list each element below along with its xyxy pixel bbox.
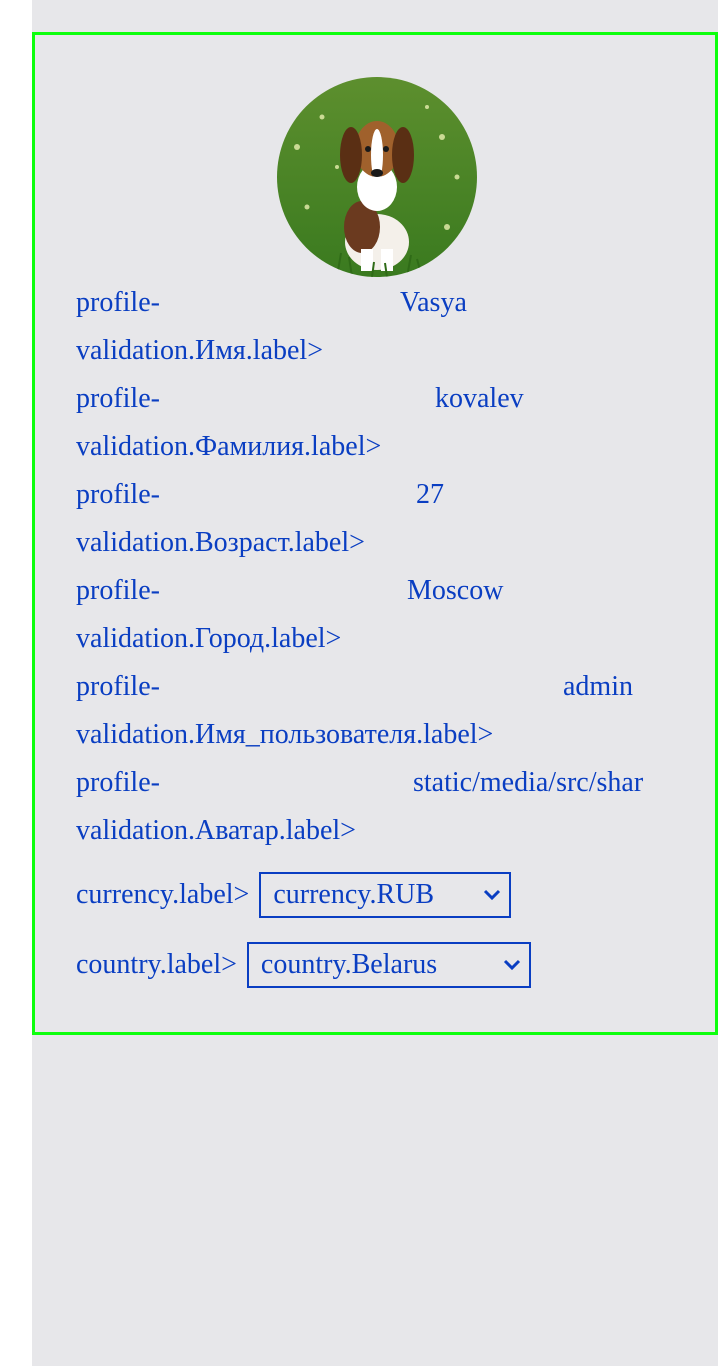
field-label-line2: validation.Имя.label>	[76, 335, 323, 366]
avatar-url-value[interactable]: static/media/src/shar	[413, 759, 675, 807]
field-last-name-label: profile- validation.Фамилия.label>	[76, 375, 381, 471]
field-first-name-label: profile- validation.Имя.label>	[76, 279, 323, 375]
country-label: country.label>	[76, 949, 237, 980]
city-value[interactable]: Moscow	[407, 567, 503, 615]
field-label-line2: validation.Аватар.label>	[76, 815, 356, 846]
username-value[interactable]: admin	[563, 663, 633, 711]
field-label-line1: profile-	[76, 671, 160, 702]
field-label-line1: profile-	[76, 575, 160, 606]
currency-row: currency.label> currency.RUB	[76, 872, 512, 918]
profile-card: profile- validation.Имя.label> Vasya pro…	[32, 32, 718, 1035]
field-label-line1: profile-	[76, 479, 160, 510]
last-name-value[interactable]: kovalev	[435, 375, 524, 423]
field-avatar-label: profile- validation.Аватар.label>	[76, 759, 356, 855]
currency-label: currency.label>	[76, 879, 250, 910]
field-label-line2: validation.Возраст.label>	[76, 527, 365, 558]
first-name-value[interactable]: Vasya	[400, 279, 467, 327]
field-label-line2: validation.Фамилия.label>	[76, 431, 382, 462]
country-row: country.label> country.Belarus	[76, 942, 531, 988]
currency-select[interactable]: currency.RUB	[259, 872, 512, 918]
currency-selected-value: currency.RUB	[273, 879, 435, 910]
field-label-line2: validation.Имя_пользователя.label>	[76, 719, 494, 750]
field-label-line1: profile-	[76, 767, 160, 798]
country-select[interactable]: country.Belarus	[246, 942, 531, 988]
chevron-down-icon	[503, 959, 520, 971]
field-label-line1: profile-	[76, 287, 160, 318]
age-value[interactable]: 27	[416, 471, 444, 519]
chevron-down-icon	[484, 889, 501, 901]
avatar	[277, 77, 477, 277]
country-selected-value: country.Belarus	[260, 949, 438, 980]
field-city-label: profile- validation.Город.label>	[76, 567, 341, 663]
field-age-label: profile- validation.Возраст.label>	[76, 471, 365, 567]
field-label-line2: validation.Город.label>	[76, 623, 342, 654]
avatar-image	[277, 77, 477, 277]
field-label-line1: profile-	[76, 383, 160, 414]
field-username-label: profile- validation.Имя_пользователя.lab…	[76, 663, 493, 759]
